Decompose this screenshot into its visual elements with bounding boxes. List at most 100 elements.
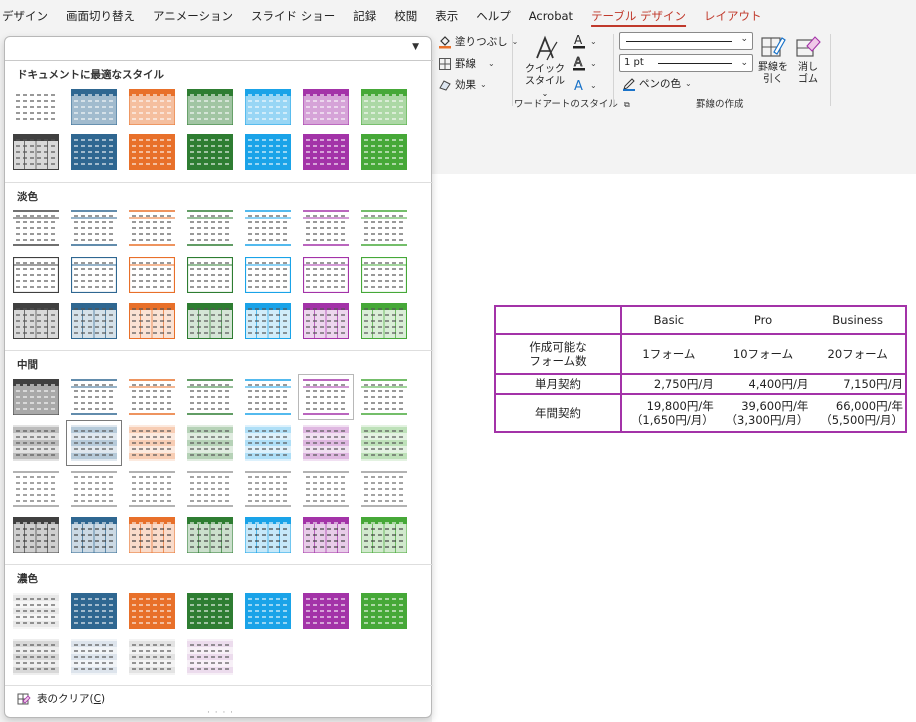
table-style-thumbnail[interactable] <box>12 256 60 294</box>
table-style-thumbnail[interactable] <box>12 516 60 554</box>
table-style-thumbnail[interactable] <box>13 471 59 507</box>
table-style-thumbnail[interactable] <box>71 210 117 246</box>
table-style-thumbnail[interactable] <box>360 516 408 554</box>
table-style-thumbnail[interactable] <box>303 303 349 339</box>
table-style-thumbnail[interactable] <box>71 639 117 675</box>
table-style-thumbnail[interactable] <box>302 516 350 554</box>
table-style-thumbnail[interactable] <box>361 134 407 170</box>
table-style-thumbnail[interactable] <box>187 593 233 629</box>
table-cell[interactable]: 66,000円/年 （5,500円/月） <box>810 393 906 432</box>
table-style-thumbnail[interactable] <box>302 88 350 126</box>
table-style-thumbnail[interactable] <box>71 593 117 629</box>
header-cell-empty[interactable] <box>495 306 623 334</box>
table-style-thumbnail[interactable] <box>244 516 292 554</box>
table-style-thumbnail[interactable] <box>303 593 349 629</box>
table-style-thumbnail[interactable] <box>128 516 176 554</box>
menu-tab[interactable]: レイアウト <box>695 0 771 32</box>
dialog-launcher-icon[interactable]: ⧉ <box>624 100 630 109</box>
pen-style-dropdown[interactable]: ⌄ <box>619 32 753 50</box>
table-style-thumbnail[interactable] <box>187 471 233 507</box>
table-style-thumbnail[interactable] <box>245 425 291 461</box>
table-style-thumbnail[interactable] <box>13 639 59 675</box>
fill-button[interactable]: 塗りつぶし ⌄ <box>438 34 518 49</box>
menu-tab[interactable]: 校閲 <box>385 0 426 32</box>
table-style-thumbnail[interactable] <box>187 134 233 170</box>
table-style-thumbnail[interactable] <box>128 256 176 294</box>
row-label-cell[interactable]: 作成可能な フォーム数 <box>495 333 623 374</box>
quick-style-button[interactable]: クイック スタイル ⌄ <box>522 34 568 100</box>
table-style-thumbnail[interactable] <box>187 379 233 415</box>
table-style-thumbnail[interactable] <box>245 134 291 170</box>
table-style-thumbnail[interactable] <box>187 425 233 461</box>
pen-weight-dropdown[interactable]: 1 pt ⌄ <box>619 54 753 72</box>
table-style-thumbnail[interactable] <box>302 256 350 294</box>
table-style-thumbnail[interactable] <box>13 89 59 125</box>
menu-tab[interactable]: テーブル デザイン <box>582 0 695 32</box>
table-style-thumbnail[interactable] <box>13 593 59 629</box>
table-style-thumbnail[interactable] <box>361 210 407 246</box>
table-style-thumbnail[interactable] <box>303 134 349 170</box>
table-cell[interactable]: 39,600円/年 （3,300円/月） <box>715 393 811 432</box>
table-style-thumbnail[interactable] <box>245 593 291 629</box>
table-style-thumbnail[interactable] <box>129 303 175 339</box>
row-label-cell[interactable]: 年間契約 <box>495 393 623 432</box>
table-style-thumbnail[interactable] <box>71 379 117 415</box>
pen-color-button[interactable]: ペンの色 ⌄ <box>622 76 692 91</box>
table-style-thumbnail[interactable] <box>186 256 234 294</box>
table-style-thumbnail[interactable] <box>186 516 234 554</box>
table-style-thumbnail[interactable] <box>129 425 175 461</box>
menu-tab[interactable]: アニメーション <box>144 0 242 32</box>
menu-tab[interactable]: 画面切り替え <box>57 0 144 32</box>
row-label-cell[interactable]: 単月契約 <box>495 373 623 394</box>
table-style-thumbnail[interactable] <box>245 210 291 246</box>
text-fill-button[interactable]: A ⌄ <box>572 33 597 49</box>
table-style-thumbnail[interactable] <box>361 425 407 461</box>
border-button[interactable]: 罫線 ⌄ <box>438 56 495 71</box>
table-style-thumbnail[interactable] <box>298 374 354 420</box>
table-style-thumbnail[interactable] <box>129 471 175 507</box>
table-style-thumbnail[interactable] <box>128 88 176 126</box>
table-style-thumbnail[interactable] <box>71 471 117 507</box>
table-cell[interactable]: 7,150円/月 <box>810 373 906 394</box>
table-style-thumbnail[interactable] <box>303 425 349 461</box>
effects-button[interactable]: 効果 ⌄ <box>438 77 487 92</box>
table-style-thumbnail[interactable] <box>361 471 407 507</box>
menu-tab[interactable]: スライド ショー <box>242 0 344 32</box>
table-style-thumbnail[interactable] <box>129 210 175 246</box>
table-style-thumbnail[interactable] <box>245 303 291 339</box>
table-cell[interactable]: 4,400円/月 <box>715 373 811 394</box>
menu-tab[interactable]: Acrobat <box>520 0 582 32</box>
table-cell[interactable]: 2,750円/月 <box>621 373 716 394</box>
table-style-thumbnail[interactable] <box>70 256 118 294</box>
table-cell[interactable]: 19,800円/年 （1,650円/月） <box>621 393 716 432</box>
menu-tab[interactable]: ヘルプ <box>467 0 520 32</box>
clear-table-button[interactable]: 表のクリア(C) <box>17 691 105 706</box>
table-style-thumbnail[interactable] <box>244 256 292 294</box>
table-style-thumbnail[interactable] <box>70 516 118 554</box>
header-cell-business[interactable]: Business <box>810 306 906 334</box>
table-style-thumbnail[interactable] <box>303 210 349 246</box>
table-style-thumbnail[interactable] <box>186 88 234 126</box>
table-style-thumbnail[interactable] <box>12 378 60 416</box>
slide-canvas[interactable] <box>432 174 916 722</box>
menu-tab[interactable]: デザイン <box>0 0 57 32</box>
table-style-thumbnail[interactable] <box>360 88 408 126</box>
table-style-thumbnail[interactable] <box>70 88 118 126</box>
table-style-thumbnail[interactable] <box>13 425 59 461</box>
menu-tab[interactable]: 記録 <box>344 0 385 32</box>
table-cell[interactable]: 1フォーム <box>621 333 716 374</box>
table-style-thumbnail[interactable] <box>129 134 175 170</box>
table-style-thumbnail[interactable] <box>244 88 292 126</box>
table-style-thumbnail[interactable] <box>71 134 117 170</box>
header-cell-basic[interactable]: Basic <box>621 306 716 334</box>
table-style-thumbnail[interactable] <box>187 639 233 675</box>
table-style-thumbnail[interactable] <box>13 303 59 339</box>
table-style-thumbnail[interactable] <box>303 471 349 507</box>
gallery-filter-dropdown[interactable]: ▼ <box>5 37 433 61</box>
table-cell[interactable]: 20フォーム <box>810 333 906 374</box>
table-style-thumbnail[interactable] <box>187 303 233 339</box>
table-style-thumbnail[interactable] <box>13 210 59 246</box>
table-cell[interactable]: 10フォーム <box>715 333 811 374</box>
table-style-thumbnail[interactable] <box>361 379 407 415</box>
table-style-thumbnail[interactable] <box>245 471 291 507</box>
